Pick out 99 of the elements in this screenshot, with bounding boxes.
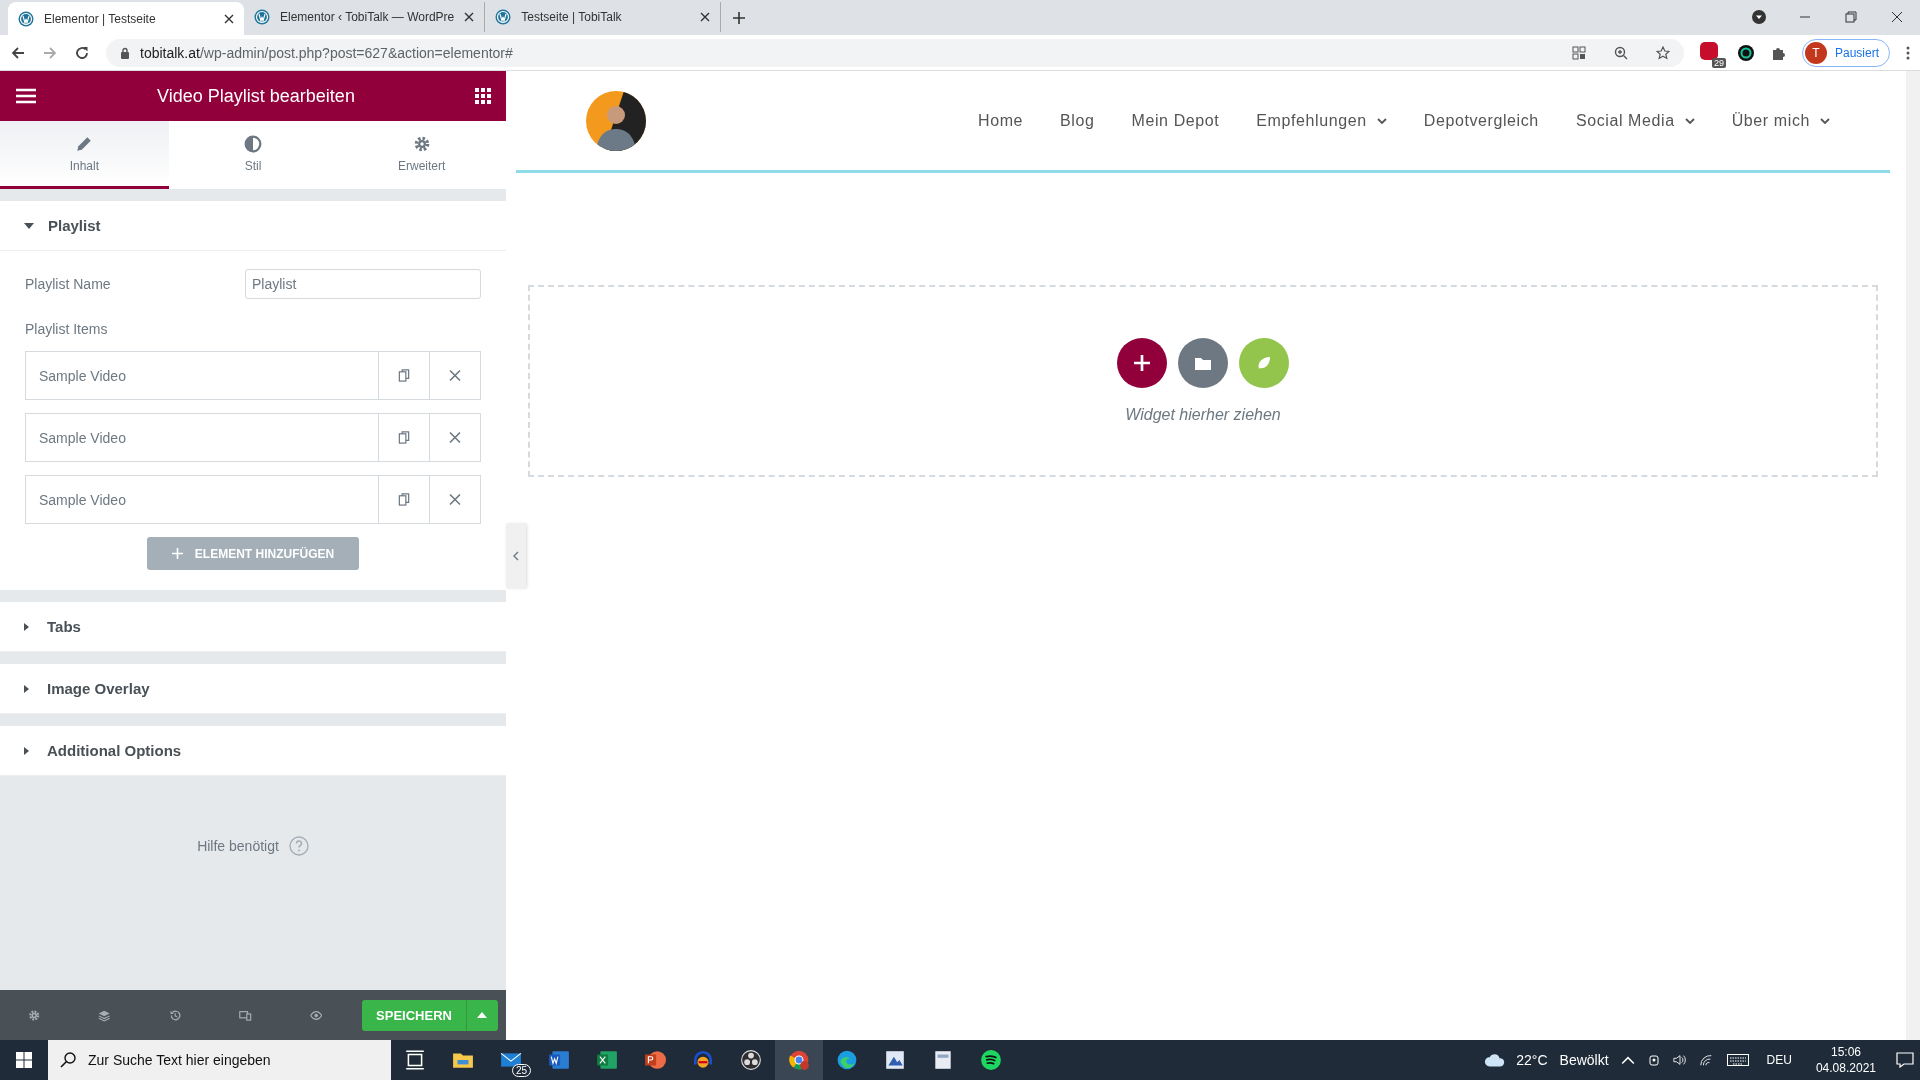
nav-link[interactable]: Über mich [1731,111,1830,130]
drop-hint: Widget hierher ziehen [1125,406,1281,424]
browser-tab[interactable]: Testseite | TobiTalk [485,2,722,32]
browser-tab[interactable]: Elementor | Testseite [8,2,244,35]
back-icon[interactable] [10,44,26,61]
help-link[interactable]: Hilfe benötigt [197,838,279,854]
grammar-extension-icon[interactable] [1737,44,1754,61]
close-icon[interactable] [464,12,475,22]
item-title: Sample Video [38,490,127,510]
panel-tab[interactable]: Stil [168,121,338,189]
wordpress-icon [254,9,270,25]
cloud-icon[interactable] [1484,1052,1507,1068]
qr-code-icon[interactable] [1571,45,1586,60]
language-indicator[interactable]: DEU [1766,1053,1792,1067]
close-icon[interactable] [700,12,711,22]
section-header[interactable]: Tabs [0,602,506,652]
search-icon [60,1052,76,1068]
section-header[interactable]: Playlist [0,201,506,251]
field-label: Playlist Items [25,321,109,337]
volume-icon[interactable] [1672,1053,1687,1067]
wordpress-icon [18,10,34,27]
nav-link[interactable]: Social Media [1575,111,1695,130]
gear-icon [412,134,431,153]
collapse-handle[interactable] [506,524,526,588]
plus-icon [1134,355,1150,371]
add-section-button[interactable] [1117,338,1167,388]
item-title: Sample Video [38,428,127,448]
task-view-icon[interactable] [404,1049,426,1071]
contrast-icon [244,134,262,153]
field-label: Playlist Name [25,276,111,292]
keyboard-icon[interactable] [1726,1054,1749,1066]
presentation-icon[interactable] [644,1049,666,1071]
chevron-down-icon [1820,117,1830,124]
image-editor-icon[interactable] [884,1049,906,1071]
scrollbar[interactable] [1906,71,1920,1040]
star-icon[interactable] [1655,45,1670,60]
document-icon[interactable] [932,1049,954,1071]
address-bar[interactable]: tobitalk.at/wp-admin/post.php?post=627&action=elementor# [106,38,1684,67]
wifi-icon[interactable] [1698,1053,1713,1067]
edge-icon[interactable] [836,1049,858,1071]
dropdown-icon[interactable] [1752,10,1766,24]
weather-text[interactable]: Bewölkt [1559,1052,1609,1068]
chevron-left-icon [513,551,519,561]
camera-icon[interactable] [1646,1053,1661,1067]
section-header[interactable]: Image Overlay [0,664,506,714]
zoom-icon[interactable] [1613,45,1628,60]
folder-icon [1195,355,1211,371]
item-title: Sample Video [38,366,127,386]
copy-icon [398,431,410,444]
taskbar-button[interactable] [775,1040,823,1080]
copy-icon [398,493,410,506]
nav-link[interactable]: Blog [1060,111,1095,130]
word-icon[interactable] [548,1049,570,1071]
temperature-text[interactable]: 22°C [1516,1052,1548,1068]
nav-link[interactable]: Empfehlungen [1256,111,1387,130]
url-text: tobitalk.at/wp-admin/post.php?post=627&action=elementor# [140,44,513,61]
clock-time[interactable]: 15:06 [1830,1044,1861,1060]
chevron-down-icon [1376,117,1387,124]
leaf-icon [1256,355,1272,371]
save-options-button[interactable] [465,999,498,1031]
nav-link[interactable]: Home [978,111,1024,130]
pencil-icon [75,134,94,153]
reload-icon[interactable] [74,44,90,61]
panel-tab[interactable]: Inhalt [0,121,169,189]
menu-icon[interactable] [15,88,37,104]
panel-tab[interactable]: Erweitert [337,121,506,189]
plus-icon [171,548,183,559]
notification-icon[interactable] [1894,1052,1916,1068]
grid-icon[interactable] [475,88,491,104]
headphones-icon[interactable] [692,1049,714,1071]
nav-link[interactable]: Mein Depot [1131,111,1220,130]
search-field[interactable]: Zur Suche Text hier eingeben [48,1040,391,1080]
close-icon [449,431,461,444]
copy-icon [398,369,410,382]
more-icon[interactable] [1906,44,1910,61]
close-icon[interactable] [224,13,234,24]
lock-icon [120,46,130,59]
count-badge: 29 [1711,57,1726,68]
restore-icon[interactable] [1844,10,1858,24]
nav-link[interactable]: Depotvergleich [1423,111,1539,130]
spreadsheet-icon[interactable] [596,1049,618,1071]
plus-icon[interactable] [733,12,746,24]
section-header[interactable]: Additional Options [0,726,506,776]
record-icon[interactable] [740,1049,762,1071]
close-icon [449,369,461,382]
music-app-icon[interactable] [980,1049,1002,1071]
close-icon[interactable] [1890,10,1904,24]
count-badge: 25 [511,1064,531,1077]
caret-up-icon [477,1012,488,1018]
wordpress-icon [495,9,512,25]
browser-icon [788,1049,810,1071]
browser-tab[interactable]: Elementor ‹ TobiTalk — WordPre [244,2,486,32]
template-button[interactable] [1178,338,1228,388]
close-icon [449,493,461,506]
panel-title: Video Playlist bearbeiten [156,85,356,107]
chevron-down-icon [1684,117,1695,124]
input-field[interactable]: Playlist [245,269,481,299]
windows-icon[interactable] [16,1052,32,1068]
clock-date[interactable]: 04.08.2021 [1815,1060,1876,1076]
